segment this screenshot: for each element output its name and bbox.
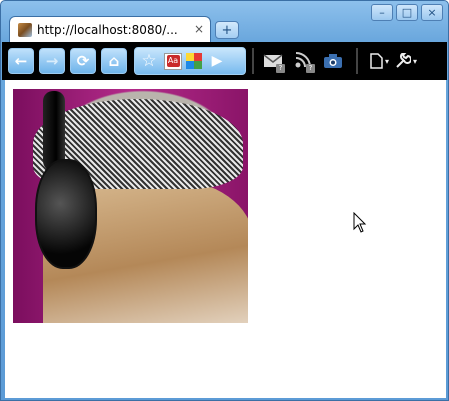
rss-badge: ? (306, 64, 315, 73)
new-tab-button[interactable]: + (215, 21, 239, 39)
page-menu-icon[interactable]: ▾ (370, 53, 389, 69)
page-menu-caret-icon: ▾ (385, 56, 390, 66)
page-icon (370, 53, 383, 69)
window-controls: – □ × (371, 4, 443, 21)
page-content (5, 80, 446, 398)
reload-icon[interactable]: ⟳ (70, 48, 96, 74)
extension-a-label: Aa (166, 55, 180, 67)
address-group[interactable]: ☆ Aa ▶ (134, 47, 246, 75)
wrench-icon (396, 53, 412, 68)
minimize-button[interactable]: – (371, 4, 393, 21)
mail-badge: ? (276, 64, 285, 73)
browser-window: – □ × http://localhost:8080/... × + ← → … (0, 0, 449, 401)
tab-favicon-icon (18, 23, 32, 37)
go-play-icon[interactable]: ▶ (206, 53, 228, 69)
bookmark-star-icon[interactable]: ☆ (138, 51, 160, 71)
close-window-button[interactable]: × (421, 4, 443, 21)
mouse-pointer-icon (353, 212, 367, 233)
wrench-menu-icon[interactable]: ▾ (395, 53, 417, 69)
toolbar-separator (356, 48, 358, 74)
extension-color-icon[interactable] (186, 53, 202, 69)
back-arrow-icon[interactable]: ← (8, 48, 34, 74)
maximize-button[interactable]: □ (396, 4, 418, 21)
browser-tab[interactable]: http://localhost:8080/... × (9, 16, 211, 43)
dog-with-headphones-image (13, 89, 248, 323)
gmail-checker-icon[interactable]: ? (260, 48, 286, 74)
rss-feed-icon[interactable]: ? (290, 48, 316, 74)
tab-title: http://localhost:8080/... (37, 23, 178, 37)
forward-arrow-icon[interactable]: → (39, 48, 65, 74)
headphone-cup-shape (35, 159, 97, 269)
tab-close-button[interactable]: × (194, 22, 204, 36)
screenshot-camera-icon[interactable] (320, 48, 346, 74)
wrench-menu-caret-icon: ▾ (413, 56, 418, 66)
toolbar-separator (252, 48, 254, 74)
toolbar: ← → ⟳ ⌂ ☆ Aa ▶ ? ? ▾ ▾ (2, 42, 447, 80)
extension-a-icon[interactable]: Aa (164, 52, 182, 70)
home-icon[interactable]: ⌂ (101, 48, 127, 74)
camera-icon (324, 54, 342, 68)
